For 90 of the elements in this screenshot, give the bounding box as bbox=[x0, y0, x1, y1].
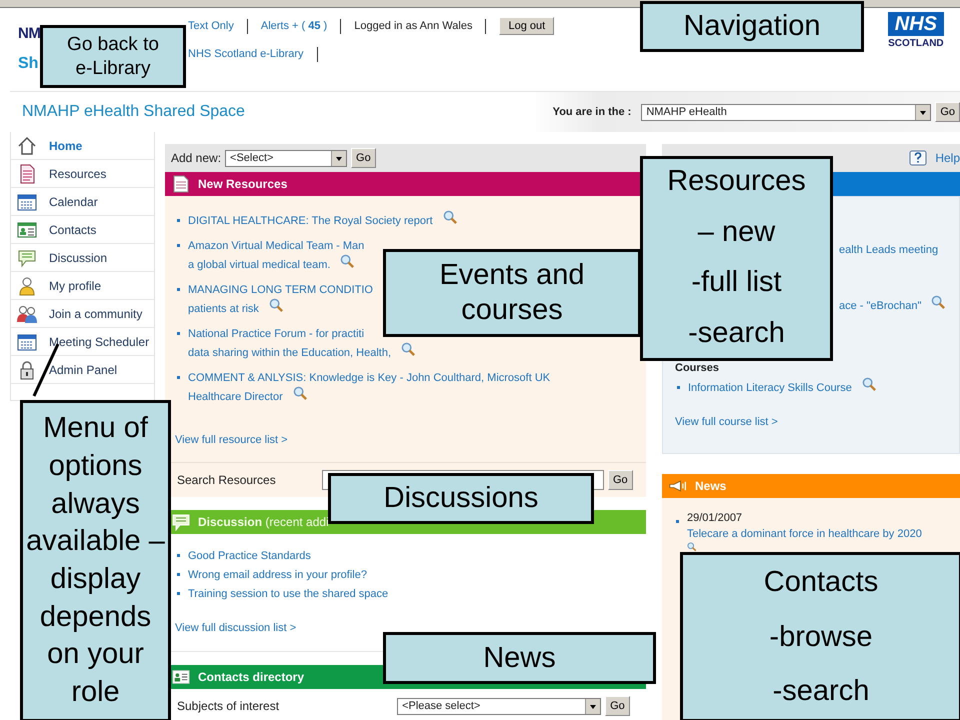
news-link[interactable]: Telecare a dominant force in healthcare by 2020 bbox=[687, 528, 922, 540]
dropdown-arrow-icon[interactable] bbox=[585, 698, 600, 714]
magnifier-icon[interactable] bbox=[292, 386, 308, 401]
magnifier-icon[interactable] bbox=[268, 298, 284, 313]
resource-link[interactable]: DIGITAL HEALTHCARE: The Royal Society report bbox=[188, 214, 433, 226]
magnifier-icon[interactable] bbox=[340, 254, 356, 269]
calendar-icon bbox=[17, 332, 37, 352]
discussion-link[interactable]: Training session to use the shared space bbox=[188, 588, 388, 600]
course-link[interactable]: Information Literacy Skills Course bbox=[688, 382, 852, 394]
go-button[interactable]: Go bbox=[608, 470, 633, 490]
go-button[interactable]: Go bbox=[605, 696, 630, 716]
courses-heading: Courses bbox=[675, 362, 720, 376]
library-link[interactable]: NHS Scotland e-Library bbox=[188, 48, 304, 60]
callout-text: Navigation bbox=[683, 9, 821, 44]
sidebar-item[interactable]: Contacts bbox=[11, 216, 154, 244]
callout-text: Menu of options always available – display depends on your role bbox=[25, 411, 166, 710]
callout-text: Events and courses bbox=[438, 258, 586, 328]
callout-text: Contacts bbox=[764, 564, 878, 600]
resource-link[interactable]: COMMENT & ANLYSIS: Knowledge is Key - John Coulthard, Microsoft UK bbox=[188, 372, 550, 384]
section-title: News bbox=[695, 479, 726, 493]
add-new-select[interactable]: <Select> bbox=[225, 150, 348, 166]
sidebar-item[interactable]: Discussion bbox=[11, 244, 154, 272]
sidebar-item[interactable]: Resources bbox=[11, 160, 154, 188]
contact-card-icon bbox=[172, 668, 190, 686]
section-title: New Resources bbox=[198, 177, 288, 191]
section-title: Contacts directory bbox=[198, 670, 304, 684]
sidebar-item[interactable]: Join a community bbox=[11, 300, 154, 328]
alerts-link[interactable]: Alerts + ( 45 ) bbox=[260, 20, 328, 32]
help-link[interactable]: Help bbox=[935, 151, 960, 165]
magnifier-icon[interactable] bbox=[401, 342, 416, 357]
resource-link[interactable]: National Practice Forum - for practiti bbox=[188, 328, 364, 340]
magnifier-icon[interactable] bbox=[931, 295, 946, 310]
speech-bubble-icon bbox=[17, 248, 37, 268]
view-full-link[interactable]: View full resource list > bbox=[175, 434, 636, 446]
callout-text: -search bbox=[688, 316, 785, 350]
speech-bubble-icon bbox=[172, 513, 190, 531]
logout-button[interactable]: Log out bbox=[499, 17, 554, 35]
add-new-label: Add new: bbox=[171, 151, 222, 165]
resource-link[interactable]: data sharing within the Education, Health, bbox=[188, 346, 392, 358]
section-title: Discussion (recent addi bbox=[198, 515, 329, 529]
go-button[interactable]: Go bbox=[935, 102, 960, 122]
magnifier-icon[interactable] bbox=[862, 377, 877, 392]
location-label: You are in the : bbox=[552, 106, 632, 118]
view-full-link[interactable]: View full discussion list > bbox=[175, 622, 636, 634]
people-icon bbox=[17, 304, 37, 324]
sidebar-item[interactable]: Calendar bbox=[11, 188, 154, 216]
subjects-select[interactable]: <Please select> bbox=[397, 698, 602, 714]
callout-text: Resources bbox=[667, 165, 806, 198]
calendar-icon bbox=[17, 192, 37, 212]
callout-text: -search bbox=[772, 674, 870, 710]
news-date: 29/01/2007 bbox=[687, 512, 744, 524]
sidebar-item[interactable]: Admin Panel bbox=[11, 356, 154, 384]
callout-text: News bbox=[483, 640, 556, 676]
callout-text: -browse bbox=[769, 620, 873, 654]
go-button[interactable]: Go bbox=[351, 148, 376, 168]
search-label: Search Resources bbox=[177, 473, 277, 487]
callout-text: -full list bbox=[691, 266, 782, 300]
login-status: Logged in as Ann Wales bbox=[354, 20, 472, 32]
callout-text: – new bbox=[698, 216, 776, 249]
text-only-link[interactable]: Text Only bbox=[188, 20, 234, 32]
dropdown-arrow-icon[interactable] bbox=[915, 104, 930, 120]
view-full-link[interactable]: View full course list > bbox=[675, 416, 951, 428]
magnifier-icon[interactable] bbox=[687, 542, 697, 552]
person-icon bbox=[17, 276, 37, 296]
event-link[interactable]: ace - "eBrochan" bbox=[839, 300, 922, 312]
resource-link[interactable]: patients at risk bbox=[188, 302, 259, 314]
page-title: NMAHP eHealth Shared Space bbox=[21, 103, 245, 121]
magnifier-icon[interactable] bbox=[442, 210, 458, 225]
location-select[interactable]: NMAHP eHealth bbox=[641, 104, 932, 120]
subjects-label: Subjects of interest bbox=[177, 699, 280, 713]
site-logo-text[interactable]: Sh bbox=[18, 54, 38, 74]
callout-text: Go back to bbox=[67, 32, 159, 56]
resource-link[interactable]: MANAGING LONG TERM CONDITIO bbox=[188, 284, 373, 296]
document-icon bbox=[172, 175, 190, 193]
help-icon[interactable] bbox=[909, 150, 928, 166]
resource-link[interactable]: a global virtual medical team. bbox=[188, 258, 330, 270]
contact-card-icon bbox=[17, 220, 37, 240]
house-icon bbox=[17, 136, 37, 156]
resource-link[interactable]: Amazon Virtual Medical Team - Man bbox=[188, 240, 364, 252]
sidebar-item[interactable]: Meeting Scheduler bbox=[11, 328, 154, 356]
resource-link[interactable]: Healthcare Director bbox=[188, 390, 283, 402]
event-link[interactable]: ealth Leads meeting bbox=[839, 244, 938, 256]
discussion-link[interactable]: Wrong email address in your profile? bbox=[188, 568, 367, 580]
callout-text: Discussions bbox=[384, 481, 538, 516]
site-logo-text[interactable]: NM bbox=[18, 24, 40, 44]
dropdown-arrow-icon[interactable] bbox=[331, 150, 346, 166]
sidebar-item[interactable]: Home bbox=[11, 132, 154, 160]
discussion-link[interactable]: Good Practice Standards bbox=[188, 550, 311, 562]
sidebar-item[interactable]: My profile bbox=[11, 272, 154, 300]
callout-text: e-Library bbox=[76, 56, 150, 80]
